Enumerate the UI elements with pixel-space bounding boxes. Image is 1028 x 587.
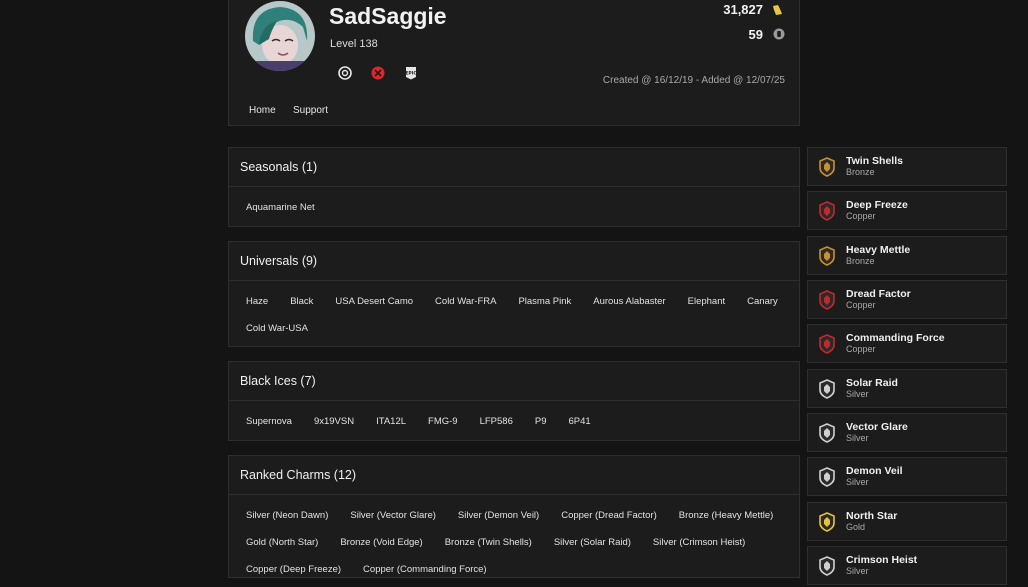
rank-shield-icon [819,423,835,443]
charm-card[interactable]: Demon Veil Silver [807,457,1007,496]
item-chip[interactable]: Gold (North Star) [235,529,329,556]
section-items: Silver (Neon Dawn) Silver (Vector Glare) S… [229,495,799,587]
avatar[interactable] [245,1,315,71]
item-chip[interactable]: Bronze (Void Edge) [329,529,433,556]
item-chip[interactable]: Copper (Deep Freeze) [235,556,352,583]
charm-card[interactable]: North Star Gold [807,502,1007,541]
item-chip[interactable]: P9 [524,408,558,435]
charm-card[interactable]: Crimson Heist Silver [807,546,1007,585]
charm-name: Vector Glare [846,421,908,433]
charm-name: North Star [846,510,898,522]
nav-home[interactable]: Home [249,105,276,116]
universals-section: Universals (9) Haze Black USA Desert Camo C… [228,241,800,347]
section-title: Ranked Charms (12) [229,456,799,495]
item-chip[interactable]: Silver (Neon Dawn) [235,502,339,529]
ubisoft-icon[interactable] [338,66,352,80]
item-chip[interactable]: Silver (Crimson Heist) [642,529,756,556]
charm-card[interactable]: Solar Raid Silver [807,369,1007,408]
item-chip[interactable]: Plasma Pink [507,288,582,315]
item-chip[interactable]: LFP586 [469,408,524,435]
charm-card[interactable]: Dread Factor Copper [807,280,1007,319]
item-chip[interactable]: Bronze (Twin Shells) [434,529,543,556]
renown-icon [773,5,782,15]
section-title: Black Ices (7) [229,362,799,401]
item-chip[interactable]: Aquamarine Net [235,194,326,221]
charm-tier: Copper [846,211,876,221]
profile-card: SadSaggie Level 138 EPIC 31,827 59 Creat… [228,0,800,126]
item-chip[interactable]: 9x19VSN [303,408,365,435]
rank-shield-icon [819,556,835,576]
item-chip[interactable]: Black [279,288,324,315]
charm-name: Heavy Mettle [846,244,911,256]
charm-card[interactable]: Deep Freeze Copper [807,191,1007,230]
rank-shield-icon [819,379,835,399]
item-chip[interactable]: ITA12L [365,408,417,435]
player-level: Level 138 [330,38,378,50]
charm-tier: Silver [846,477,869,487]
item-chip[interactable]: FMG-9 [417,408,469,435]
charm-tier: Silver [846,389,869,399]
charm-tier: Bronze [846,167,875,177]
item-chip[interactable]: 6P41 [558,408,602,435]
item-chip[interactable]: Bronze (Heavy Mettle) [668,502,785,529]
renown-count: 31,827 [723,2,763,17]
charm-tier: Silver [846,566,869,576]
charm-card[interactable]: Vector Glare Silver [807,413,1007,452]
username: SadSaggie [329,3,447,29]
svg-text:EPIC: EPIC [405,71,417,77]
xbox-icon[interactable] [371,66,385,80]
item-chip[interactable]: USA Desert Camo [324,288,424,315]
rank-shield-icon [819,201,835,221]
charm-tier: Copper [846,300,876,310]
item-chip[interactable]: Elephant [677,288,737,315]
charm-name: Commanding Force [846,332,945,344]
rank-shield-icon [819,334,835,354]
black-ices-section: Black Ices (7) Supernova 9x19VSN ITA12L FMG… [228,361,800,441]
nav-support[interactable]: Support [293,105,328,116]
r6-credits-icon [773,28,785,40]
charm-name: Dread Factor [846,288,911,300]
item-chip[interactable]: Copper (Dread Factor) [550,502,668,529]
rank-shield-icon [819,512,835,532]
credits-count: 59 [748,27,763,42]
item-chip[interactable]: Silver (Vector Glare) [339,502,447,529]
seasonals-section: Seasonals (1) Aquamarine Net [228,147,800,227]
section-items: Aquamarine Net [229,187,799,225]
account-dates: Created @ 16/12/19 - Added @ 12/07/25 [602,75,785,86]
charm-tier: Copper [846,344,876,354]
epic-games-icon[interactable]: EPIC [404,66,418,80]
charm-tier: Bronze [846,256,875,266]
rank-shield-icon [819,246,835,266]
item-chip[interactable]: Silver (Solar Raid) [543,529,642,556]
charm-tier: Silver [846,433,869,443]
item-chip[interactable]: Aurous Alabaster [582,288,676,315]
charm-name: Demon Veil [846,465,903,477]
item-chip[interactable]: Supernova [235,408,303,435]
section-title: Seasonals (1) [229,148,799,187]
charm-card[interactable]: Heavy Mettle Bronze [807,236,1007,275]
section-items: Haze Black USA Desert Camo Cold War-FRA Plas… [229,281,799,346]
item-chip[interactable]: Cold War-USA [235,315,319,342]
ranked-charms-section: Ranked Charms (12) Silver (Neon Dawn) Sil… [228,455,800,578]
charm-name: Crimson Heist [846,554,918,566]
charm-card[interactable]: Twin Shells Bronze [807,147,1007,186]
rank-shield-icon [819,157,835,177]
charm-card[interactable]: Commanding Force Copper [807,324,1007,363]
section-title: Universals (9) [229,242,799,281]
item-chip[interactable]: Copper (Commanding Force) [352,556,498,583]
charm-tier: Gold [846,522,866,532]
item-chip[interactable]: Haze [235,288,279,315]
item-chip[interactable]: Silver (Demon Veil) [447,502,550,529]
charm-name: Twin Shells [846,155,903,167]
charm-name: Solar Raid [846,377,898,389]
charm-name: Deep Freeze [846,199,908,211]
rank-shield-icon [819,467,835,487]
rank-shield-icon [819,290,835,310]
item-chip[interactable]: Cold War-FRA [424,288,507,315]
item-chip[interactable]: Canary [736,288,789,315]
section-items: Supernova 9x19VSN ITA12L FMG-9 LFP586 P9 6P41 [229,401,799,439]
